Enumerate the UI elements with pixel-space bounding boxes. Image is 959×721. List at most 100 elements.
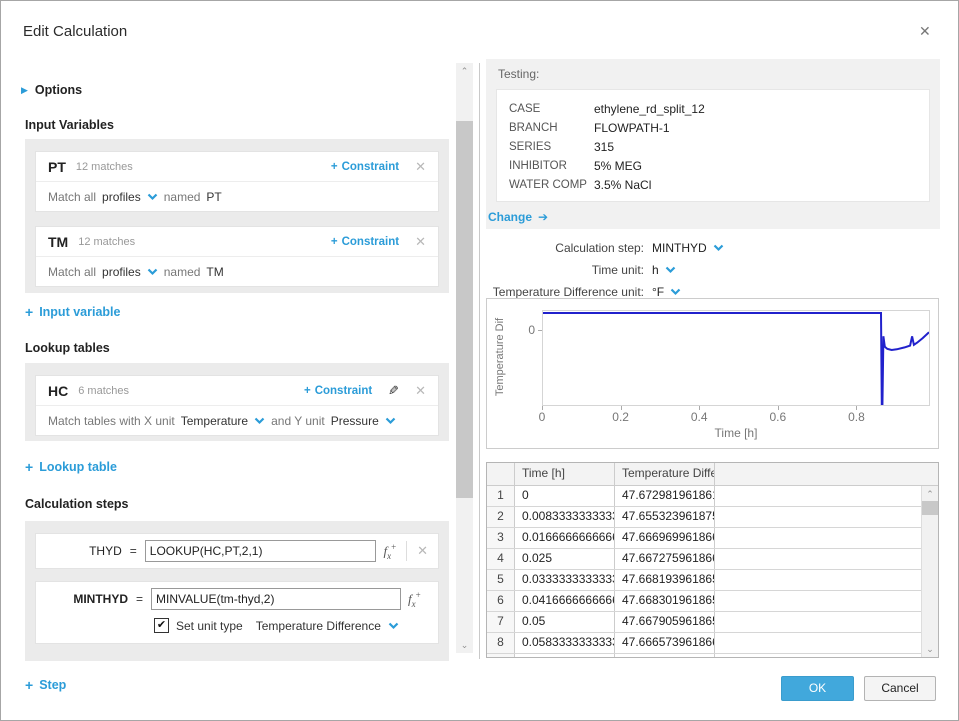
testing-info-row: BRANCH FLOWPATH-1 <box>509 118 929 137</box>
temp-diff-unit-dropdown[interactable]: °F <box>652 285 681 299</box>
chart-x-axis-label: Time [h] <box>542 426 930 440</box>
scroll-down-icon[interactable]: ⌄ <box>456 637 473 653</box>
remove-variable-icon[interactable]: ✕ <box>415 159 426 175</box>
chart-plot-area <box>542 310 930 406</box>
testing-label: Testing: <box>498 67 539 81</box>
match-prefix: Match all <box>48 265 96 279</box>
table-row[interactable]: 1 0 47.672981961861 <box>487 486 922 507</box>
add-step-button[interactable]: + Step <box>25 677 66 693</box>
options-expander[interactable]: ▶ Options <box>21 83 82 97</box>
match-type-dropdown[interactable]: profiles <box>102 190 141 204</box>
chevron-down-icon[interactable] <box>385 417 396 425</box>
edit-pencil-icon[interactable]: ✎ <box>388 383 399 399</box>
chevron-down-icon[interactable] <box>254 417 265 425</box>
table-row[interactable] <box>487 654 922 657</box>
testing-info-row: WATER COMP 3.5% NaCl <box>509 175 929 194</box>
calculation-steps-header: Calculation steps <box>25 497 129 511</box>
options-label: Options <box>35 83 82 97</box>
plus-icon: + <box>331 161 338 173</box>
scrollbar-thumb[interactable] <box>456 121 473 498</box>
value-cell: 47.668193961865 <box>615 570 715 590</box>
chevron-down-icon <box>713 244 724 252</box>
row-number-cell: 1 <box>487 486 515 506</box>
info-label: BRANCH <box>509 122 594 134</box>
result-table: Time [h] Temperature Diffe 1 0 47.672981… <box>486 462 939 658</box>
plus-icon: + <box>25 304 33 320</box>
calculation-steps-card-group: THYD = fx+ ✕ MINTHYD = fx+ ✔ Set unit ty… <box>25 521 449 661</box>
add-constraint-button[interactable]: + Constraint <box>331 236 399 248</box>
chevron-down-icon[interactable] <box>147 268 158 276</box>
variable-card-tm: TM 12 matches + Constraint ✕ Match all p… <box>35 226 439 287</box>
function-add-icon[interactable]: fx+ <box>383 542 396 561</box>
value-cell: 47.667275961866 <box>615 549 715 569</box>
row-number-cell <box>487 654 515 657</box>
lookup-match-count: 6 matches <box>78 385 304 397</box>
lookup-tables-header: Lookup tables <box>25 341 110 355</box>
set-unit-checkbox[interactable]: ✔ <box>154 618 169 633</box>
add-constraint-button[interactable]: + Constraint <box>304 385 372 397</box>
add-input-variable-button[interactable]: + Input variable <box>25 304 120 320</box>
table-row[interactable]: 7 0.05 47.667905961865 <box>487 612 922 633</box>
panel-divider <box>479 63 480 659</box>
time-cell: 0.0166666666666 <box>515 528 615 548</box>
match-prefix: Match all <box>48 190 96 204</box>
named-label: named <box>164 190 201 204</box>
cancel-button[interactable]: Cancel <box>864 676 936 701</box>
calculation-step-dropdown[interactable]: MINTHYD <box>652 241 724 255</box>
chevron-down-icon[interactable] <box>147 193 158 201</box>
scroll-up-icon[interactable]: ⌃ <box>456 63 473 79</box>
table-header-row: Time [h] Temperature Diffe <box>487 463 938 486</box>
formula-input[interactable] <box>151 588 401 610</box>
remove-lookup-icon[interactable]: ✕ <box>415 383 426 399</box>
input-variables-header: Input Variables <box>25 118 114 132</box>
change-link[interactable]: Change ➔ <box>488 210 548 224</box>
scroll-up-icon[interactable]: ⌃ <box>922 486 938 502</box>
close-icon[interactable]: ✕ <box>919 23 931 40</box>
match-name-value[interactable]: TM <box>206 265 223 279</box>
time-cell: 0.0083333333333 <box>515 507 615 527</box>
value-cell: 47.655323961875 <box>615 507 715 527</box>
row-number-cell: 5 <box>487 570 515 590</box>
y-unit-dropdown[interactable]: Pressure <box>331 414 379 428</box>
time-cell: 0.025 <box>515 549 615 569</box>
left-panel-scrollbar[interactable]: ⌃ ⌄ <box>456 63 473 653</box>
match-name-value[interactable]: PT <box>206 190 221 204</box>
time-cell: 0.0416666666666 <box>515 591 615 611</box>
temp-diff-unit-label: Temperature Difference unit: <box>486 285 644 299</box>
divider <box>406 541 407 561</box>
value-cell <box>615 654 715 657</box>
x-unit-dropdown[interactable]: Temperature <box>181 414 248 428</box>
table-row[interactable]: 4 0.025 47.667275961866 <box>487 549 922 570</box>
table-row[interactable]: 6 0.0416666666666 47.668301961865 <box>487 591 922 612</box>
x-tick-label: 0.8 <box>848 410 865 424</box>
plus-icon: + <box>25 459 33 475</box>
add-lookup-table-button[interactable]: + Lookup table <box>25 459 117 475</box>
testing-info-row: INHIBITOR 5% MEG <box>509 156 929 175</box>
unit-type-dropdown[interactable]: Temperature Difference <box>256 619 381 633</box>
info-value: 3.5% NaCl <box>594 178 651 192</box>
value-cell: 47.666573961866 <box>615 633 715 653</box>
remove-variable-icon[interactable]: ✕ <box>415 234 426 250</box>
function-add-icon[interactable]: fx+ <box>408 590 421 609</box>
input-variables-card-group: PT 12 matches + Constraint ✕ Match all p… <box>25 139 449 293</box>
table-row[interactable]: 5 0.0333333333333 47.668193961865 <box>487 570 922 591</box>
table-row[interactable]: 2 0.0083333333333 47.655323961875 <box>487 507 922 528</box>
match-type-dropdown[interactable]: profiles <box>102 265 141 279</box>
temp-diff-unit-row: Temperature Difference unit: °F <box>486 285 681 299</box>
table-header-tempdiff: Temperature Diffe <box>615 463 715 485</box>
time-unit-dropdown[interactable]: h <box>652 263 676 277</box>
table-row[interactable]: 3 0.0166666666666 47.666969961866 <box>487 528 922 549</box>
chevron-down-icon[interactable] <box>388 622 399 630</box>
add-constraint-button[interactable]: + Constraint <box>331 161 399 173</box>
x-tick-label: 0.6 <box>770 410 787 424</box>
table-row[interactable]: 8 0.0583333333333 47.666573961866 <box>487 633 922 654</box>
scroll-down-icon[interactable]: ⌄ <box>922 641 938 657</box>
page-title: Edit Calculation <box>23 23 127 40</box>
variable-name: PT <box>48 159 66 175</box>
ok-button[interactable]: OK <box>781 676 854 701</box>
table-scrollbar[interactable]: ⌃ ⌄ <box>921 486 938 657</box>
remove-step-icon[interactable]: ✕ <box>417 543 428 559</box>
formula-input[interactable] <box>145 540 377 562</box>
info-label: CASE <box>509 103 594 115</box>
scrollbar-thumb[interactable] <box>922 501 938 515</box>
